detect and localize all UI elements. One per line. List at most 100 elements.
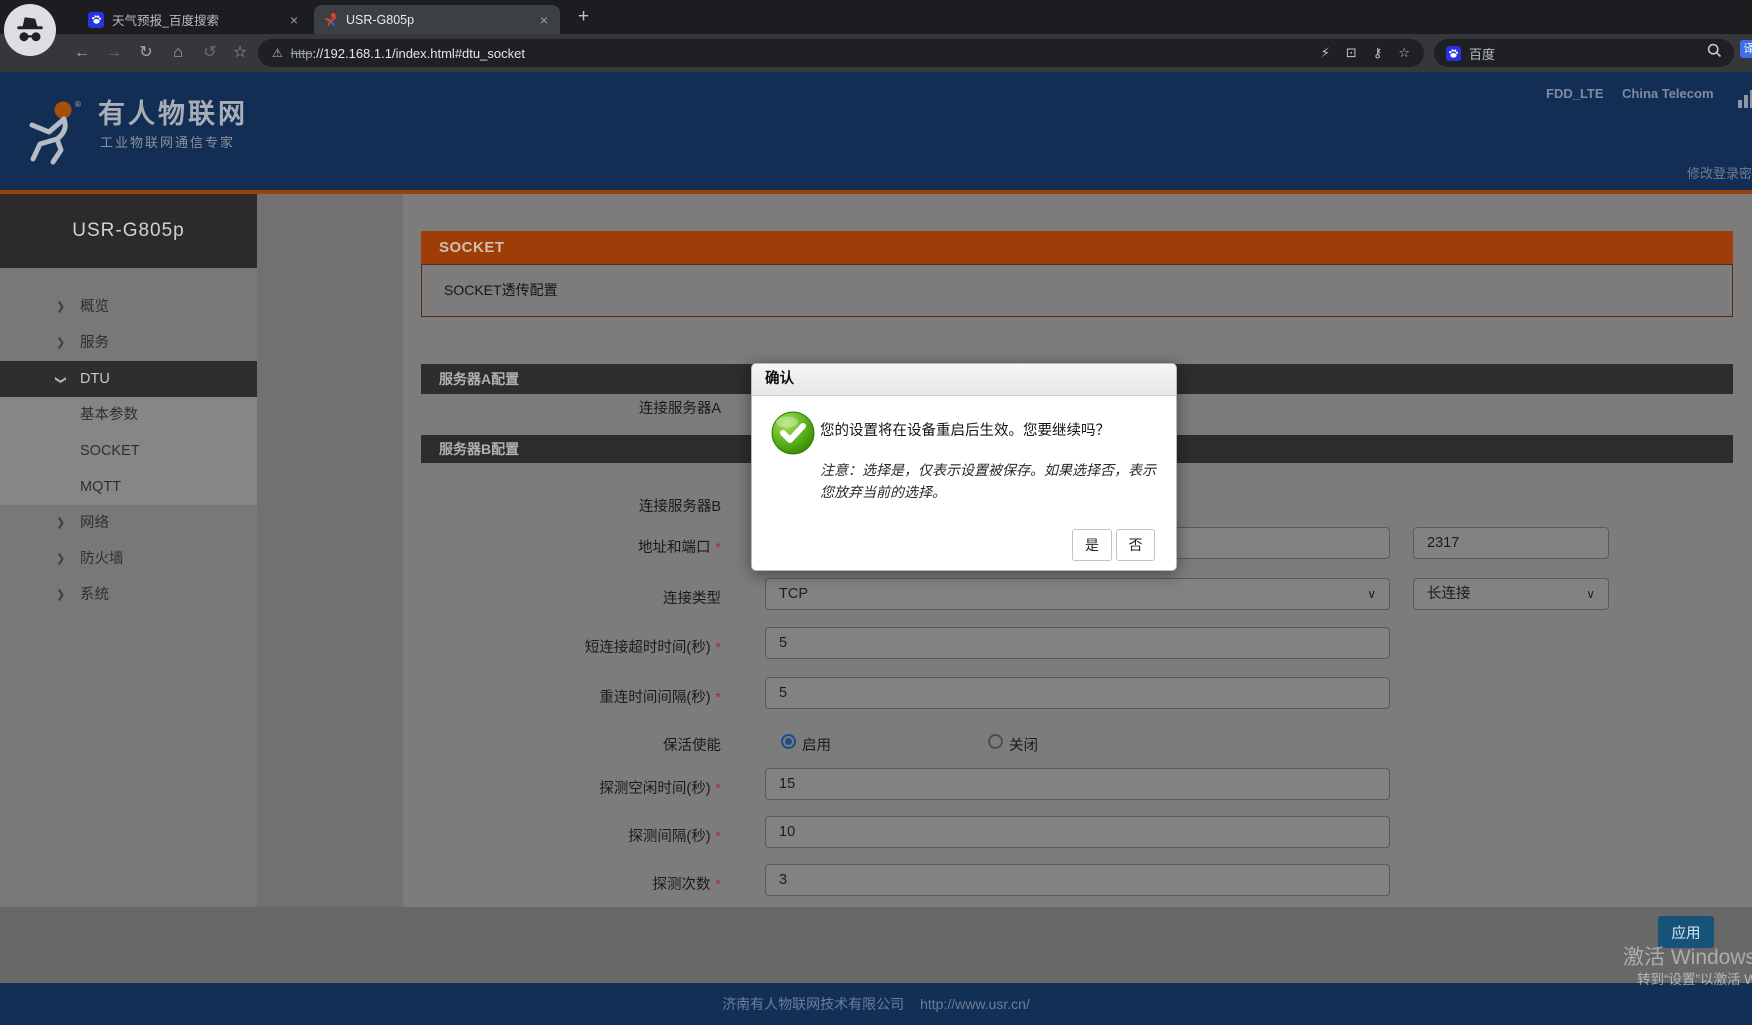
probe-idle-time-input[interactable] — [765, 768, 1390, 800]
sidebar-item-dtu[interactable]: ❯ DTU — [0, 361, 257, 397]
radio-disable-label[interactable]: 关闭 — [1009, 734, 1038, 755]
flash-icon[interactable]: ⚡ — [1321, 45, 1330, 61]
dialog-title: 确认 — [752, 364, 1176, 396]
incognito-icon — [4, 4, 56, 56]
url-scheme: http — [291, 46, 313, 61]
sidebar-item-label: DTU — [80, 371, 110, 387]
label-reconnect-interval: 重连时间间隔(秒) * — [421, 686, 721, 707]
sidebar-item-firewall[interactable]: ❯ 防火墙 — [0, 541, 257, 577]
sidebar-item-basic-params[interactable]: 基本参数 — [0, 397, 257, 433]
tab-usr-g805p[interactable]: USR-G805p × — [314, 5, 560, 34]
dialog-note-line1: 注意：选择是，仅表示设置被保存。如果选择否，表示 — [820, 460, 1156, 480]
port-input[interactable] — [1413, 527, 1609, 559]
no-button[interactable]: 否 — [1116, 529, 1155, 561]
sidebar-item-label: MQTT — [80, 479, 121, 495]
sidebar-item-label: 网络 — [80, 515, 109, 531]
bookmark-star-icon[interactable]: ☆ — [228, 41, 252, 65]
chevron-right-icon: ❯ — [56, 325, 65, 361]
sidebar-item-label: 基本参数 — [80, 407, 138, 423]
radio-enable-label[interactable]: 启用 — [802, 734, 831, 755]
sidebar-item-services[interactable]: ❯ 服务 — [0, 325, 257, 361]
carrier-name: China Telecom — [1622, 86, 1714, 101]
yes-button[interactable]: 是 — [1072, 529, 1112, 561]
chevron-down-icon: ∨ — [1586, 579, 1595, 609]
chevron-right-icon: ❯ — [56, 577, 65, 613]
usr-favicon — [322, 12, 338, 28]
label-connect-server-b: 连接服务器B — [421, 495, 721, 516]
label-text: 重连时间间隔(秒) — [599, 690, 710, 706]
label-text: 地址和端口 — [638, 540, 711, 556]
label-probe-count: 探测次数 * — [421, 873, 721, 894]
probe-interval-input[interactable] — [765, 816, 1390, 848]
address-bar[interactable]: ⚠ http ://192.168.1.1/index.html#dtu_soc… — [258, 39, 1424, 67]
label-text: 保活使能 — [663, 738, 721, 754]
page-description: SOCKET透传配置 — [421, 264, 1733, 317]
change-password-link[interactable]: 修改登录密码 — [1687, 163, 1752, 182]
undo-icon[interactable]: ↺ — [198, 41, 222, 65]
footer-url[interactable]: http://www.usr.cn/ — [920, 996, 1030, 1012]
radio-enable[interactable] — [781, 734, 796, 749]
translate-icon[interactable]: 译 — [1740, 40, 1752, 58]
probe-count-input[interactable] — [765, 864, 1390, 896]
key-icon[interactable]: ⚷ — [1373, 45, 1383, 61]
search-engine-label: 百度 — [1469, 44, 1495, 63]
chevron-right-icon: ❯ — [56, 541, 65, 577]
label-short-conn-timeout: 短连接超时时间(秒) * — [421, 636, 721, 657]
chevron-right-icon: ❯ — [56, 289, 65, 325]
short-conn-timeout-input[interactable] — [765, 627, 1390, 659]
sidebar-item-overview[interactable]: ❯ 概览 — [0, 289, 257, 325]
new-tab-button[interactable]: + — [572, 3, 595, 31]
screen: { "browser": { "tabs": [ {"title": "天气预报… — [0, 0, 1752, 1025]
reload-icon[interactable]: ↻ — [134, 41, 158, 65]
device-name: USR-G805p — [0, 194, 257, 268]
label-text: 探测间隔(秒) — [628, 829, 710, 845]
label-probe-interval: 探测间隔(秒)* — [421, 825, 721, 846]
sidebar-item-label: 系统 — [80, 587, 109, 603]
windows-activation-hint: 转到“设置”以激活 Windows。 — [1637, 968, 1752, 988]
page-title: SOCKET — [421, 231, 1733, 264]
browser-tab-strip: 天气预报_百度搜索 × USR-G805p × + — [0, 0, 1752, 34]
star-icon[interactable]: ☆ — [1398, 45, 1410, 61]
reconnect-interval-input[interactable] — [765, 677, 1390, 709]
search-icon[interactable] — [1707, 43, 1722, 63]
label-text: 短连接超时时间(秒) — [585, 640, 711, 656]
tab-title: USR-G805p — [346, 13, 530, 27]
tab-weather[interactable]: 天气预报_百度搜索 × — [80, 5, 310, 34]
label-text: 探测次数 — [653, 877, 711, 893]
connection-type-select[interactable]: TCP ∨ — [765, 578, 1390, 610]
tab-close-icon[interactable]: × — [536, 12, 552, 28]
radio-disable[interactable] — [988, 734, 1003, 749]
tab-close-icon[interactable]: × — [286, 12, 302, 28]
required-asterisk: * — [716, 639, 721, 655]
dialog-message: 您的设置将在设备重启后生效。您要继续吗？ — [820, 419, 1110, 440]
chevron-right-icon: ❯ — [56, 505, 65, 541]
selected-value: 长连接 — [1427, 579, 1471, 609]
label-connection-type: 连接类型 — [421, 587, 721, 608]
label-connect-server-a: 连接服务器A — [421, 397, 721, 418]
sidebar-item-label: 概览 — [80, 299, 109, 315]
sidebar-item-mqtt[interactable]: MQTT — [0, 469, 257, 505]
page-footer: 济南有人物联网技术有限公司 http://www.usr.cn/ — [0, 983, 1752, 1025]
forward-icon[interactable]: → — [102, 41, 126, 65]
required-asterisk: * — [716, 539, 721, 555]
back-icon[interactable]: ← — [70, 41, 94, 65]
connection-mode-select[interactable]: 长连接 ∨ — [1413, 578, 1609, 610]
sidebar-item-network[interactable]: ❯ 网络 — [0, 505, 257, 541]
svg-text:®: ® — [75, 100, 81, 109]
required-asterisk: * — [716, 876, 721, 892]
baidu-favicon — [88, 12, 104, 28]
page-header: ® 有人物联网 工业物联网通信专家 FDD_LTE China Telecom … — [0, 72, 1752, 190]
not-secure-icon[interactable]: ⚠ — [272, 46, 283, 60]
scan-icon[interactable]: ⊡ — [1346, 45, 1357, 61]
baidu-search-box[interactable]: 百度 — [1434, 39, 1734, 67]
required-asterisk: * — [716, 689, 721, 705]
url-text: ://192.168.1.1/index.html#dtu_socket — [312, 46, 524, 61]
sidebar-item-system[interactable]: ❯ 系统 — [0, 577, 257, 613]
label-text: 连接服务器B — [639, 499, 721, 515]
sidebar-item-label: SOCKET — [80, 443, 140, 459]
sidebar-item-label: 防火墙 — [80, 551, 124, 567]
sidebar-item-socket[interactable]: SOCKET — [0, 433, 257, 469]
baidu-icon — [1446, 46, 1461, 61]
success-check-icon — [771, 411, 815, 460]
home-icon[interactable]: ⌂ — [166, 41, 190, 65]
